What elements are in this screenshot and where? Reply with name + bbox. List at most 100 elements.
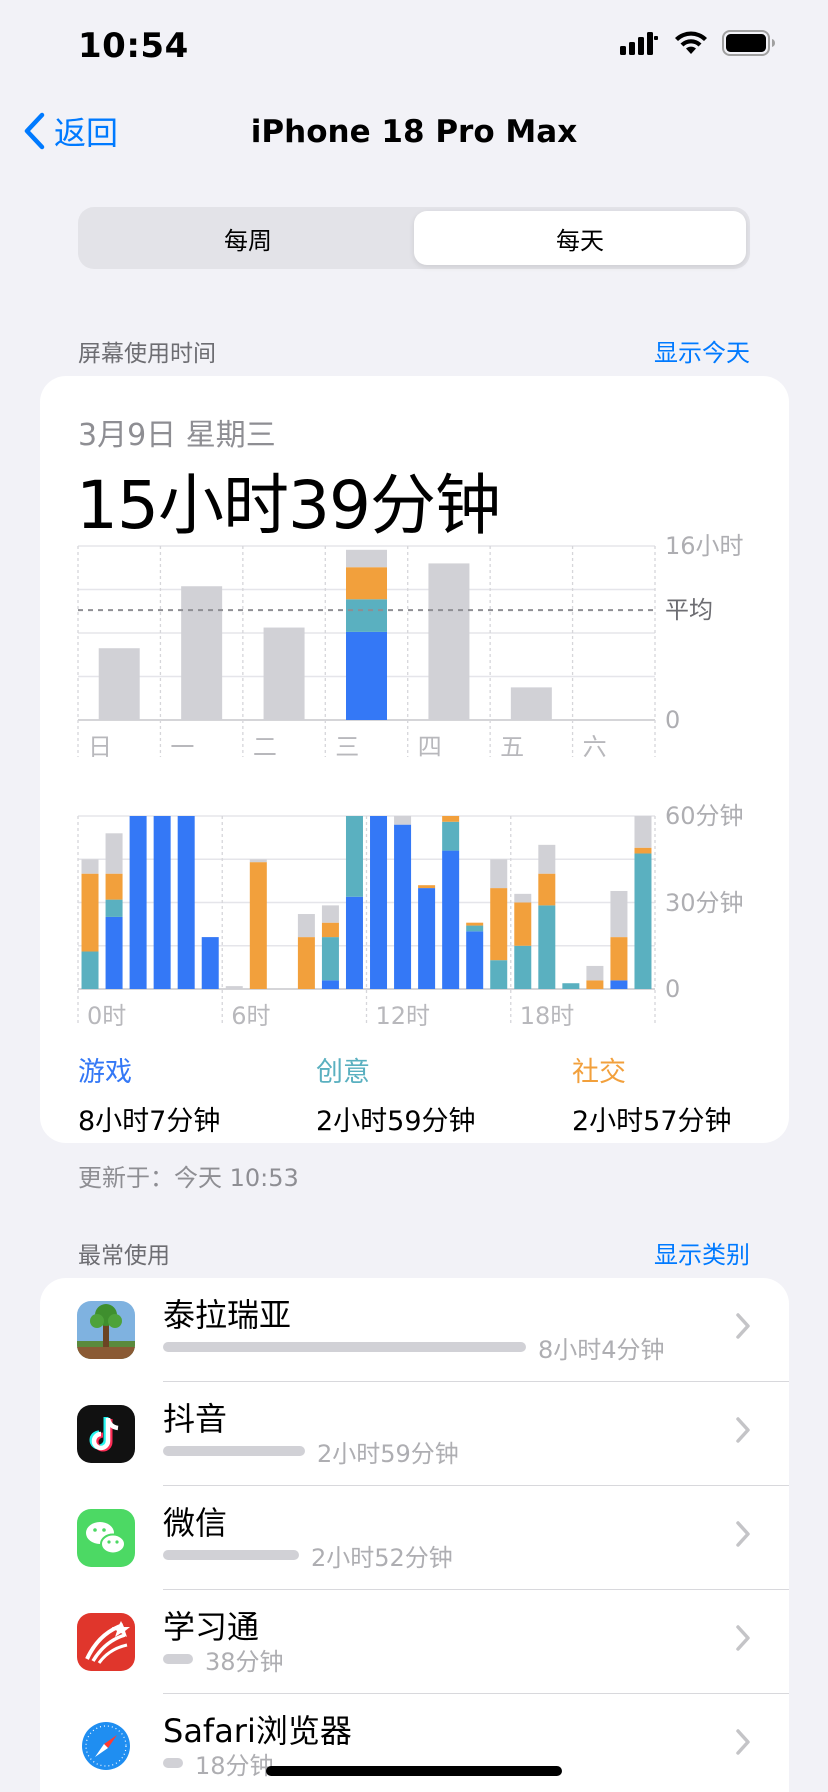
hourly-bar-segment xyxy=(345,816,363,897)
hourly-bar-segment xyxy=(538,873,556,906)
hourly-bar-segment xyxy=(321,922,339,938)
hourly-bar-segment xyxy=(442,816,460,822)
home-indicator[interactable] xyxy=(266,1766,562,1776)
weekly-y-tick: 0 xyxy=(665,706,680,734)
hourly-bar-segment xyxy=(610,937,628,981)
chevron-right-icon xyxy=(736,1417,750,1443)
hourly-bar-segment xyxy=(321,905,339,923)
usage-bar xyxy=(163,1446,305,1456)
hourly-bar-segment xyxy=(105,916,123,989)
app-name: 抖音 xyxy=(163,1400,228,1438)
hourly-bar-segment xyxy=(586,980,604,989)
hourly-bar-segment xyxy=(249,862,267,989)
hourly-bar-segment xyxy=(297,914,315,938)
xuexitong-icon xyxy=(77,1613,135,1671)
hourly-bar-segment xyxy=(321,980,339,989)
app-usage-time: 18分钟 xyxy=(195,1752,274,1780)
hourly-bar-segment xyxy=(394,824,412,989)
weekly-x-tick: 一 xyxy=(170,733,194,761)
app-name: 泰拉瑞亚 xyxy=(163,1296,292,1334)
legend-creativity-name: 创意 xyxy=(316,1057,370,1088)
hourly-bar-segment xyxy=(81,859,99,874)
safari-icon xyxy=(77,1717,135,1775)
hourly-bar-segment xyxy=(297,937,315,989)
hourly-bar-segment xyxy=(105,873,123,900)
chevron-right-icon xyxy=(736,1625,750,1651)
app-row-xuexitong[interactable]: 学习通 38分钟 xyxy=(40,1590,789,1694)
weekly-bar-segment xyxy=(98,648,140,720)
weekly-x-tick: 三 xyxy=(335,733,359,761)
hourly-y-tick: 0 xyxy=(665,975,680,1003)
legend-social-name: 社交 xyxy=(572,1057,626,1088)
hourly-bar-segment xyxy=(466,922,484,926)
weekly-x-tick: 二 xyxy=(253,733,277,761)
hourly-bar-segment xyxy=(177,816,195,989)
legend-item-games: 游戏 8小时7分钟 xyxy=(78,1050,220,1138)
hourly-bar-segment xyxy=(345,896,363,989)
chevron-right-icon xyxy=(736,1729,750,1755)
hourly-bar-segment xyxy=(81,873,99,952)
usage-bar xyxy=(163,1758,183,1768)
hourly-bar-segment xyxy=(514,893,532,903)
app-row-douyin[interactable]: 抖音 2小时59分钟 xyxy=(40,1382,789,1486)
app-row-safari[interactable]: Safari浏览器 18分钟 xyxy=(40,1694,789,1792)
terraria-icon xyxy=(77,1301,135,1359)
hourly-y-tick: 30分钟 xyxy=(665,889,744,917)
hourly-x-tick: 12时 xyxy=(376,1002,431,1030)
legend-item-social: 社交 2小时57分钟 xyxy=(572,1050,732,1138)
hourly-bar-segment xyxy=(538,844,556,874)
chevron-right-icon xyxy=(736,1313,750,1339)
app-row-terraria[interactable]: 泰拉瑞亚 8小时4分钟 xyxy=(40,1278,789,1382)
weekly-bar-segment xyxy=(181,586,223,720)
hourly-bar-segment xyxy=(321,937,339,981)
hourly-bar-segment xyxy=(514,902,532,946)
weekly-bar-segment xyxy=(263,627,305,720)
average-label: 平均 xyxy=(665,596,713,624)
hourly-bar-segment xyxy=(490,960,508,989)
hourly-bar-segment xyxy=(514,945,532,989)
app-name: 微信 xyxy=(163,1504,228,1542)
weekly-x-tick: 四 xyxy=(418,733,442,761)
hourly-bar-segment xyxy=(610,980,628,989)
hourly-bar-segment xyxy=(153,816,171,989)
weekly-bar-segment xyxy=(346,549,387,568)
app-row-wechat[interactable]: 微信 2小时52分钟 xyxy=(40,1486,789,1590)
hourly-bar-segment xyxy=(466,925,484,932)
weekly-bar-segment xyxy=(346,567,387,600)
hourly-bar-segment xyxy=(490,888,508,961)
hourly-bar-segment xyxy=(490,859,508,889)
show-categories-link[interactable]: 显示类别 xyxy=(654,1235,750,1270)
hourly-x-tick: 18时 xyxy=(520,1002,575,1030)
hourly-bar-segment xyxy=(418,888,436,989)
hourly-bar-segment xyxy=(225,986,243,989)
hourly-bar-segment xyxy=(610,890,628,938)
usage-bar xyxy=(163,1342,526,1352)
app-usage-time: 2小时52分钟 xyxy=(311,1544,453,1572)
legend-creativity-value: 2小时59分钟 xyxy=(316,1106,476,1137)
hourly-y-tick: 60分钟 xyxy=(665,802,744,830)
hourly-bar-segment xyxy=(586,965,604,981)
hourly-bar-segment xyxy=(81,951,99,989)
app-usage-time: 38分钟 xyxy=(205,1648,284,1676)
usage-bar xyxy=(163,1550,299,1560)
legend-item-creativity: 创意 2小时59分钟 xyxy=(316,1050,476,1138)
legend-social-value: 2小时57分钟 xyxy=(572,1106,732,1137)
weekly-x-tick: 六 xyxy=(583,733,607,761)
wechat-icon xyxy=(77,1509,135,1567)
chevron-right-icon xyxy=(736,1521,750,1547)
weekly-bar-segment xyxy=(346,599,387,632)
hourly-bar-segment xyxy=(370,816,388,989)
weekly-bar-segment xyxy=(346,631,387,720)
hourly-bar-segment xyxy=(538,905,556,989)
hourly-bar-segment xyxy=(129,816,147,989)
hourly-bar-segment xyxy=(634,853,652,989)
hourly-bar-segment xyxy=(634,816,652,848)
hourly-bar-segment xyxy=(394,816,412,825)
legend-games-name: 游戏 xyxy=(78,1057,132,1088)
weekly-usage-chart: 日 一 二 三 四 五 六 16小时 0 平均 xyxy=(77,532,744,761)
weekly-y-tick: 16小时 xyxy=(665,532,744,560)
hourly-bar-segment xyxy=(442,821,460,851)
hourly-bar-segment xyxy=(105,833,123,874)
app-usage-time: 2小时59分钟 xyxy=(317,1440,459,1468)
hourly-bar-segment xyxy=(562,983,580,989)
